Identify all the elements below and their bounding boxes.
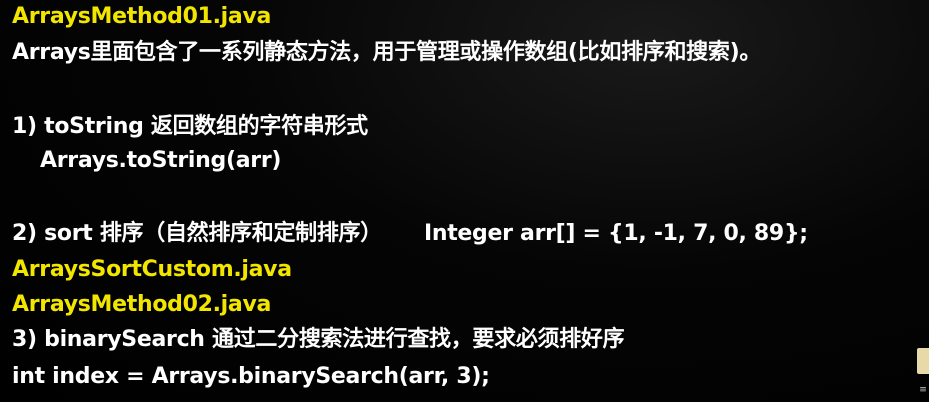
item-binarysearch-title: 3) binarySearch 通过二分搜索法进行查找，要求必须排好序 xyxy=(12,327,625,352)
item-sort-title: 2) sort 排序（自然排序和定制排序） xyxy=(12,221,382,246)
file-name-arrayssortcustom: ArraysSortCustom.java xyxy=(12,257,292,282)
item-sort-code: Integer arr[] = {1, -1, 7, 0, 89}; xyxy=(423,221,808,246)
item-binarysearch-code: int index = Arrays.binarySearch(arr, 3); xyxy=(12,364,490,389)
item-sort-row: 2) sort 排序（自然排序和定制排序） Integer arr[] = {1,… xyxy=(12,219,808,249)
corner-tab-icon[interactable] xyxy=(917,348,929,374)
item-tostring-title: 1) toString 返回数组的字符串形式 xyxy=(12,114,368,139)
corner-mark-icon: ≡ xyxy=(919,385,927,395)
slide: ArraysMethod01.java Arrays里面包含了一系列静态方法，用… xyxy=(0,0,929,402)
file-name-arraysmethod02: ArraysMethod02.java xyxy=(12,292,272,317)
intro-text: Arrays里面包含了一系列静态方法，用于管理或操作数组(比如排序和搜索)。 xyxy=(12,40,762,65)
item-tostring-code: Arrays.toString(arr) xyxy=(40,148,282,173)
file-name-arraysmethod01: ArraysMethod01.java xyxy=(12,4,272,29)
